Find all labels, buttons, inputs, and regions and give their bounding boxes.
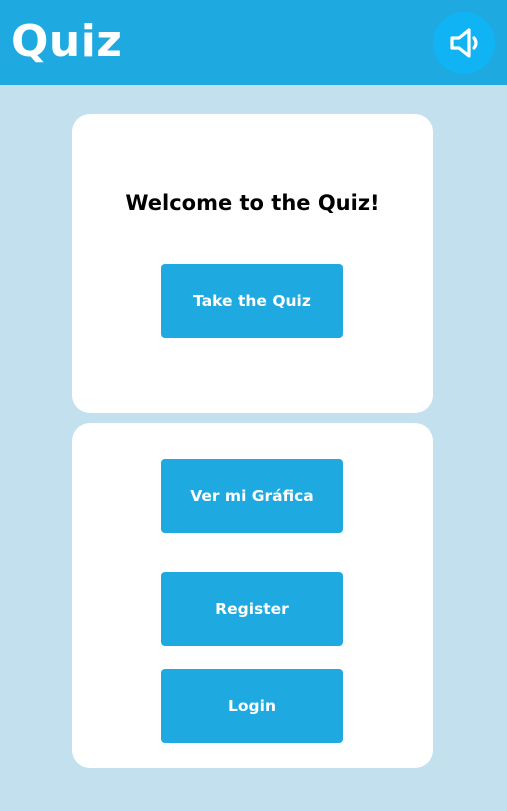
register-button[interactable]: Register <box>161 572 343 646</box>
speaker-icon <box>450 28 478 58</box>
take-quiz-button[interactable]: Take the Quiz <box>161 264 343 338</box>
welcome-card: Welcome to the Quiz! Take the Quiz <box>72 114 433 413</box>
login-button[interactable]: Login <box>161 669 343 743</box>
view-graph-button[interactable]: Ver mi Gráfica <box>161 459 343 533</box>
welcome-heading: Welcome to the Quiz! <box>125 191 380 215</box>
sound-toggle-button[interactable] <box>433 12 495 74</box>
app-header: Quiz <box>0 0 507 85</box>
app-title: Quiz <box>11 16 123 67</box>
actions-card: Ver mi Gráfica Register Login <box>72 423 433 768</box>
